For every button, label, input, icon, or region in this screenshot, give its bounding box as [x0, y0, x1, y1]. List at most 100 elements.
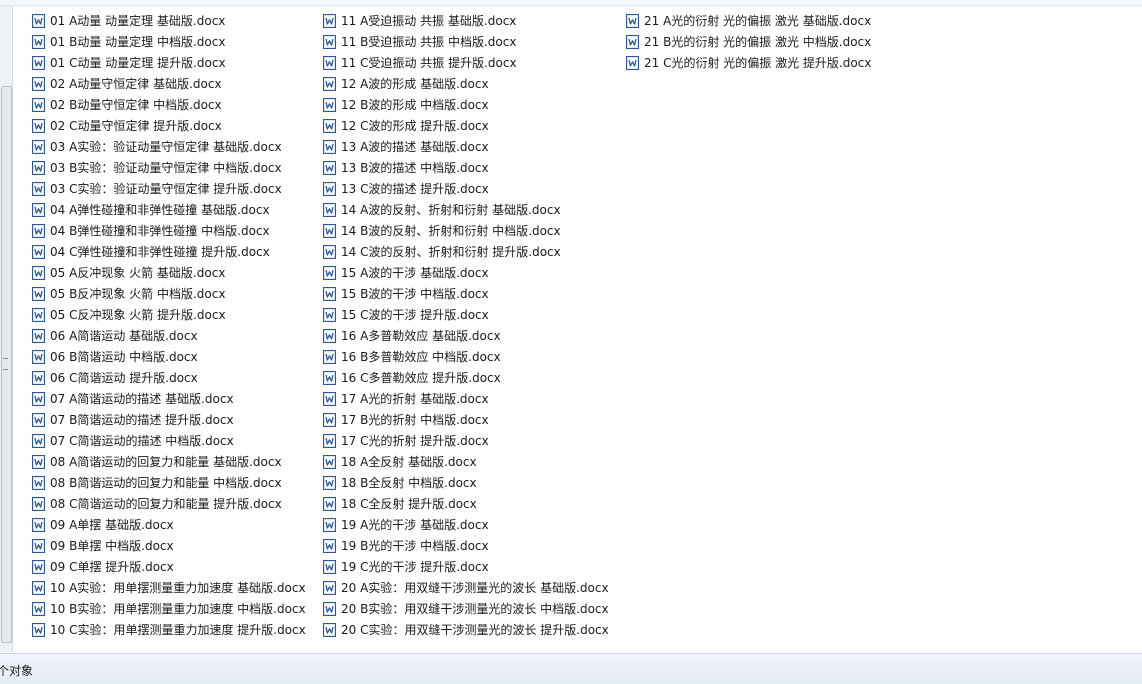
file-item[interactable]: 09 B单摆 中档版.docx: [32, 535, 306, 556]
file-name: 06 A简谐运动 基础版.docx: [50, 329, 198, 343]
file-item[interactable]: 18 B全反射 中档版.docx: [323, 472, 609, 493]
file-item[interactable]: 09 A单摆 基础版.docx: [32, 514, 306, 535]
word-document-icon: [323, 118, 336, 133]
file-item[interactable]: 17 C光的折射 提升版.docx: [323, 430, 609, 451]
file-item[interactable]: 12 A波的形成 基础版.docx: [323, 73, 609, 94]
file-item[interactable]: 15 C波的干涉 提升版.docx: [323, 304, 609, 325]
word-document-icon: [323, 307, 336, 322]
word-document-icon: [323, 517, 336, 532]
file-item[interactable]: 08 C简谐运动的回复力和能量 提升版.docx: [32, 493, 306, 514]
file-item[interactable]: 06 B简谐运动 中档版.docx: [32, 346, 306, 367]
explorer-window: 01 A动量 动量定理 基础版.docx 01 B动量 动量定理 中档版.docx…: [0, 0, 1142, 684]
file-item[interactable]: 19 B光的干涉 中档版.docx: [323, 535, 609, 556]
file-name: 15 C波的干涉 提升版.docx: [341, 308, 489, 322]
file-item[interactable]: 03 B实验：验证动量守恒定律 中档版.docx: [32, 157, 306, 178]
file-item[interactable]: 13 A波的描述 基础版.docx: [323, 136, 609, 157]
file-column: 01 A动量 动量定理 基础版.docx 01 B动量 动量定理 中档版.docx…: [32, 10, 306, 640]
file-item[interactable]: 18 A全反射 基础版.docx: [323, 451, 609, 472]
file-item[interactable]: 03 C实验：验证动量守恒定律 提升版.docx: [32, 178, 306, 199]
file-name: 04 B弹性碰撞和非弹性碰撞 中档版.docx: [50, 224, 270, 238]
word-document-icon: [32, 223, 45, 238]
word-document-icon: [32, 55, 45, 70]
word-document-icon: [32, 118, 45, 133]
navigation-pane-scrollbar[interactable]: [0, 6, 13, 652]
file-item[interactable]: 16 B多普勒效应 中档版.docx: [323, 346, 609, 367]
file-item[interactable]: 17 B光的折射 中档版.docx: [323, 409, 609, 430]
file-name: 13 A波的描述 基础版.docx: [341, 140, 489, 154]
file-name: 01 A动量 动量定理 基础版.docx: [50, 14, 226, 28]
word-document-icon: [32, 160, 45, 175]
file-item[interactable]: 16 C多普勒效应 提升版.docx: [323, 367, 609, 388]
file-item[interactable]: 06 C简谐运动 提升版.docx: [32, 367, 306, 388]
file-item[interactable]: 15 B波的干涉 中档版.docx: [323, 283, 609, 304]
file-item[interactable]: 02 C动量守恒定律 提升版.docx: [32, 115, 306, 136]
word-document-icon: [323, 181, 336, 196]
file-name: 11 B受迫振动 共振 中档版.docx: [341, 35, 517, 49]
file-item[interactable]: 13 C波的描述 提升版.docx: [323, 178, 609, 199]
file-item[interactable]: 10 A实验：用单摆测量重力加速度 基础版.docx: [32, 577, 306, 598]
word-document-icon: [323, 433, 336, 448]
file-item[interactable]: 05 C反冲现象 火箭 提升版.docx: [32, 304, 306, 325]
file-name: 21 C光的衍射 光的偏振 激光 提升版.docx: [644, 56, 872, 70]
file-item[interactable]: 11 A受迫振动 共振 基础版.docx: [323, 10, 609, 31]
file-item[interactable]: 04 C弹性碰撞和非弹性碰撞 提升版.docx: [32, 241, 306, 262]
file-item[interactable]: 07 B简谐运动的描述 提升版.docx: [32, 409, 306, 430]
file-item[interactable]: 13 B波的描述 中档版.docx: [323, 157, 609, 178]
file-list-view[interactable]: 01 A动量 动量定理 基础版.docx 01 B动量 动量定理 中档版.docx…: [13, 6, 1142, 653]
file-name: 08 C简谐运动的回复力和能量 提升版.docx: [50, 497, 282, 511]
file-item[interactable]: 10 C实验：用单摆测量重力加速度 提升版.docx: [32, 619, 306, 640]
file-name: 08 A简谐运动的回复力和能量 基础版.docx: [50, 455, 282, 469]
status-bar: 个对象: [0, 653, 1142, 684]
file-name: 15 A波的干涉 基础版.docx: [341, 266, 489, 280]
file-item[interactable]: 14 B波的反射、折射和衍射 中档版.docx: [323, 220, 609, 241]
file-name: 06 B简谐运动 中档版.docx: [50, 350, 198, 364]
file-name: 19 B光的干涉 中档版.docx: [341, 539, 489, 553]
file-item[interactable]: 01 B动量 动量定理 中档版.docx: [32, 31, 306, 52]
file-name: 02 B动量守恒定律 中档版.docx: [50, 98, 222, 112]
file-item[interactable]: 20 A实验：用双缝干涉测量光的波长 基础版.docx: [323, 577, 609, 598]
file-item[interactable]: 21 C光的衍射 光的偏振 激光 提升版.docx: [626, 52, 871, 73]
file-name: 18 A全反射 基础版.docx: [341, 455, 477, 469]
word-document-icon: [323, 328, 336, 343]
file-item[interactable]: 18 C全反射 提升版.docx: [323, 493, 609, 514]
file-item[interactable]: 04 B弹性碰撞和非弹性碰撞 中档版.docx: [32, 220, 306, 241]
file-item[interactable]: 02 B动量守恒定律 中档版.docx: [32, 94, 306, 115]
file-item[interactable]: 21 A光的衍射 光的偏振 激光 基础版.docx: [626, 10, 871, 31]
file-item[interactable]: 14 A波的反射、折射和衍射 基础版.docx: [323, 199, 609, 220]
file-item[interactable]: 05 A反冲现象 火箭 基础版.docx: [32, 262, 306, 283]
file-name: 05 A反冲现象 火箭 基础版.docx: [50, 266, 226, 280]
file-item[interactable]: 10 B实验：用单摆测量重力加速度 中档版.docx: [32, 598, 306, 619]
file-item[interactable]: 05 B反冲现象 火箭 中档版.docx: [32, 283, 306, 304]
file-item[interactable]: 07 C简谐运动的描述 中档版.docx: [32, 430, 306, 451]
file-item[interactable]: 01 A动量 动量定理 基础版.docx: [32, 10, 306, 31]
file-item[interactable]: 01 C动量 动量定理 提升版.docx: [32, 52, 306, 73]
file-item[interactable]: 11 C受迫振动 共振 提升版.docx: [323, 52, 609, 73]
file-item[interactable]: 06 A简谐运动 基础版.docx: [32, 325, 306, 346]
file-item[interactable]: 12 C波的形成 提升版.docx: [323, 115, 609, 136]
file-item[interactable]: 12 B波的形成 中档版.docx: [323, 94, 609, 115]
file-item[interactable]: 20 B实验：用双缝干涉测量光的波长 中档版.docx: [323, 598, 609, 619]
file-item[interactable]: 08 B简谐运动的回复力和能量 中档版.docx: [32, 472, 306, 493]
word-document-icon: [32, 349, 45, 364]
file-name: 04 A弹性碰撞和非弹性碰撞 基础版.docx: [50, 203, 270, 217]
file-item[interactable]: 09 C单摆 提升版.docx: [32, 556, 306, 577]
file-item[interactable]: 14 C波的反射、折射和衍射 提升版.docx: [323, 241, 609, 262]
file-item[interactable]: 03 A实验：验证动量守恒定律 基础版.docx: [32, 136, 306, 157]
file-item[interactable]: 04 A弹性碰撞和非弹性碰撞 基础版.docx: [32, 199, 306, 220]
word-document-icon: [323, 412, 336, 427]
file-item[interactable]: 08 A简谐运动的回复力和能量 基础版.docx: [32, 451, 306, 472]
word-document-icon: [323, 76, 336, 91]
file-item[interactable]: 07 A简谐运动的描述 基础版.docx: [32, 388, 306, 409]
file-item[interactable]: 19 C光的干涉 提升版.docx: [323, 556, 609, 577]
file-item[interactable]: 17 A光的折射 基础版.docx: [323, 388, 609, 409]
file-item[interactable]: 11 B受迫振动 共振 中档版.docx: [323, 31, 609, 52]
word-document-icon: [32, 139, 45, 154]
file-name: 16 A多普勒效应 基础版.docx: [341, 329, 501, 343]
file-item[interactable]: 20 C实验：用双缝干涉测量光的波长 提升版.docx: [323, 619, 609, 640]
file-item[interactable]: 16 A多普勒效应 基础版.docx: [323, 325, 609, 346]
file-item[interactable]: 19 A光的干涉 基础版.docx: [323, 514, 609, 535]
file-item[interactable]: 15 A波的干涉 基础版.docx: [323, 262, 609, 283]
file-item[interactable]: 21 B光的衍射 光的偏振 激光 中档版.docx: [626, 31, 871, 52]
file-item[interactable]: 02 A动量守恒定律 基础版.docx: [32, 73, 306, 94]
file-name: 07 A简谐运动的描述 基础版.docx: [50, 392, 234, 406]
